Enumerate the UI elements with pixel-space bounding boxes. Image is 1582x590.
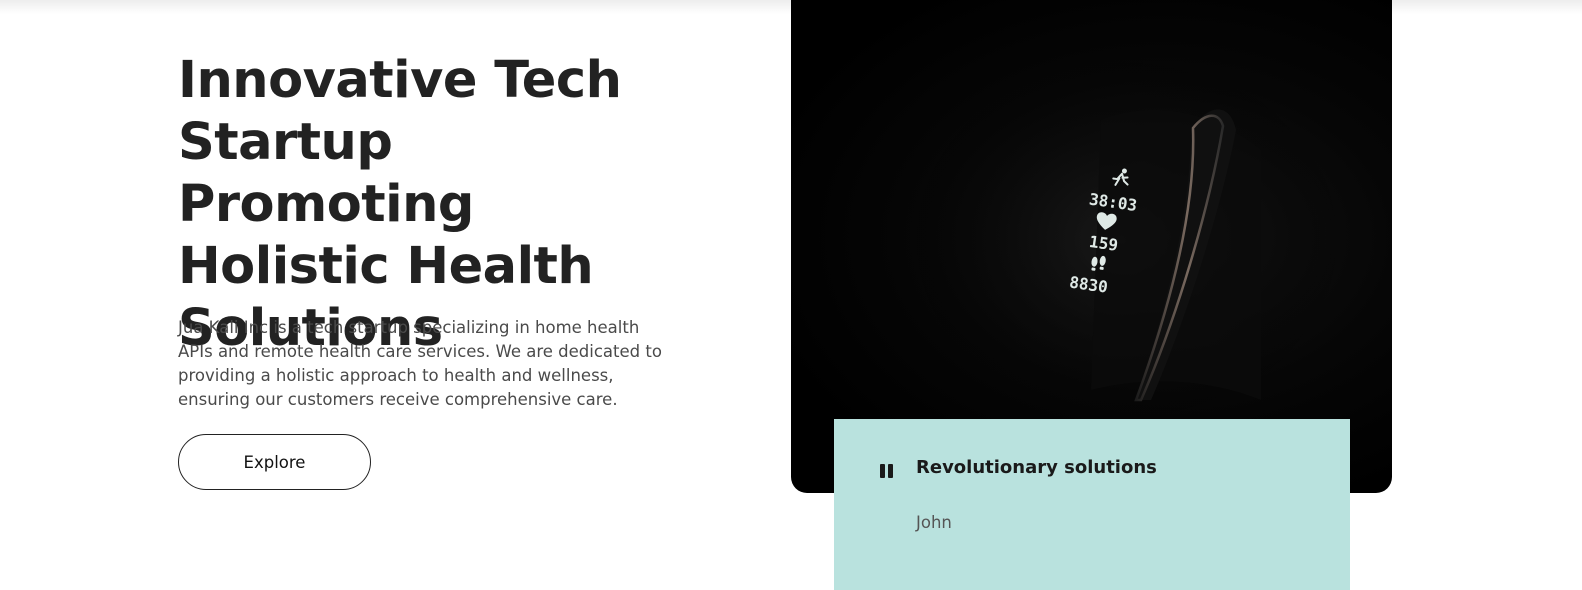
card-title: Revolutionary solutions: [916, 457, 1157, 478]
explore-button[interactable]: Explore: [178, 434, 371, 490]
card-author: John: [916, 513, 952, 532]
page: Innovative Tech Startup Promoting Holist…: [0, 0, 1582, 590]
pause-bar-left: [880, 464, 885, 478]
pause-icon[interactable]: [880, 464, 894, 478]
hero-description: Jua Kali Inc is a tech startup specializ…: [178, 318, 662, 409]
hero-title: Innovative Tech Startup Promoting Holist…: [178, 51, 622, 358]
info-card: Revolutionary solutions John: [834, 419, 1350, 590]
heart-rate-readout: 159: [1088, 232, 1119, 255]
band-body-shadow: [1091, 110, 1261, 400]
pause-bar-right: [888, 464, 893, 478]
